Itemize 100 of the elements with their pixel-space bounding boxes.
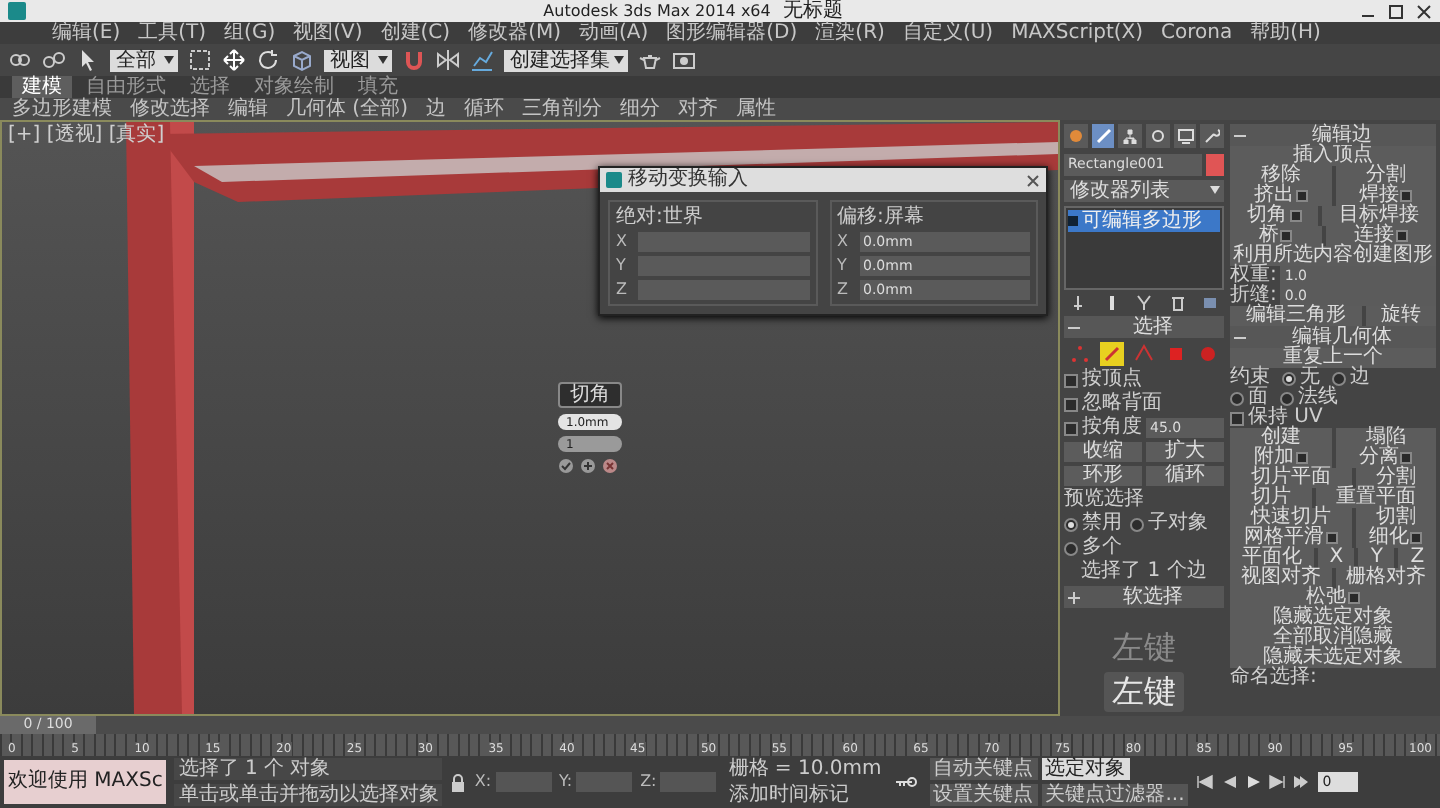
panel-button[interactable]: 循环 (1146, 466, 1224, 487)
ribbon-tab[interactable]: 选择 (180, 76, 240, 98)
coordinate-field[interactable] (495, 772, 552, 792)
panel-button[interactable]: 分离 (1335, 448, 1436, 468)
panel-tab[interactable] (1146, 124, 1170, 149)
ribbon-panel-tab[interactable]: 属性 (735, 98, 776, 120)
menu-item[interactable]: 动画(A) (579, 22, 649, 44)
panel-button[interactable]: 松弛 (1230, 588, 1436, 608)
magnet-icon[interactable] (402, 48, 426, 72)
radio-button[interactable] (1332, 371, 1346, 385)
camera-icon[interactable] (672, 48, 696, 72)
step-forward-icon[interactable] (1268, 774, 1287, 790)
plus-circle-icon[interactable] (580, 458, 596, 474)
panel-button[interactable]: 移除 (1230, 166, 1331, 186)
modifier-list-dropdown[interactable]: 修改器列表 (1064, 179, 1224, 202)
radio-option[interactable]: 边 (1332, 368, 1370, 388)
panel-button[interactable]: 塌陷 (1335, 428, 1436, 448)
ribbon-panel-tab[interactable]: 循环 (463, 98, 504, 120)
panel-button[interactable]: 细化 (1355, 528, 1436, 548)
panel-button[interactable]: Z (1398, 548, 1437, 568)
menu-item[interactable]: 帮助(H) (1250, 22, 1321, 44)
rollout-header[interactable]: 编辑边 (1230, 124, 1436, 146)
auto-key-button[interactable]: 自动关键点 (929, 758, 1038, 780)
pin-icon[interactable] (1070, 294, 1086, 313)
rollout-header[interactable]: 选择 (1064, 316, 1224, 339)
panel-button[interactable]: 焊接 (1335, 186, 1436, 206)
menu-item[interactable]: 组(G) (224, 22, 276, 44)
cancel-icon[interactable] (602, 458, 618, 474)
checkbox[interactable] (1064, 421, 1078, 436)
panel-button[interactable]: 切片平面 (1230, 468, 1351, 488)
cursor-icon[interactable] (76, 48, 100, 72)
ribbon-panel-tab[interactable]: 三角剖分 (521, 98, 602, 120)
panel-button[interactable]: 收缩 (1064, 442, 1142, 463)
menu-item[interactable]: 自定义(U) (902, 22, 994, 44)
menu-item[interactable]: 编辑(E) (52, 22, 121, 44)
sub-object-button[interactable] (1100, 342, 1124, 367)
radio-option[interactable]: 法线 (1280, 388, 1338, 408)
panel-button[interactable]: 全部取消隐藏 (1230, 628, 1436, 648)
coordinate-field[interactable] (576, 772, 633, 792)
ok-icon[interactable] (558, 458, 574, 474)
selection-filter-dropdown[interactable]: 全部 (110, 49, 178, 71)
panel-button[interactable]: 利用所选内容创建图形 (1230, 246, 1436, 266)
panel-button[interactable]: 桥 (1230, 226, 1321, 246)
checkbox-option[interactable]: 保持 UV (1230, 408, 1436, 428)
coordinate-dropdown[interactable]: 视图 (324, 49, 392, 71)
panel-button[interactable]: 视图对齐 (1230, 568, 1331, 588)
fork-icon[interactable] (1136, 294, 1152, 313)
checkbox-option[interactable]: 按角度 (1064, 418, 1142, 439)
panel-button[interactable]: 附加 (1230, 448, 1331, 468)
radio-option[interactable]: 多个 (1064, 538, 1122, 559)
coordinate-field[interactable] (660, 772, 717, 792)
menu-item[interactable]: 视图(V) (293, 22, 363, 44)
ribbon-tab[interactable]: 自由形式 (76, 76, 176, 98)
menu-item[interactable]: 图形编辑器(D) (666, 22, 798, 44)
stack-item[interactable]: 可编辑多边形 (1068, 209, 1220, 232)
ribbon-panel-tab[interactable]: 多边形建模 (12, 98, 112, 120)
ribbon-tab[interactable]: 建模 (12, 76, 72, 98)
radio-option[interactable]: 禁用 (1064, 514, 1122, 535)
rollout-header[interactable]: 软选择 (1064, 586, 1224, 609)
named-selection-dropdown[interactable]: 创建选择集 (504, 49, 628, 71)
panel-button[interactable]: 切割 (1355, 508, 1436, 528)
radio-button[interactable] (1280, 391, 1294, 405)
minus-icon[interactable] (1234, 129, 1246, 141)
menu-item[interactable]: 修改器(M) (468, 22, 561, 44)
radio-button[interactable] (1130, 517, 1144, 532)
maximize-icon[interactable] (1388, 3, 1405, 19)
radio-button[interactable] (1064, 541, 1078, 556)
panel-button[interactable]: 隐藏选定对象 (1230, 608, 1436, 628)
panel-button[interactable]: 创建 (1230, 428, 1331, 448)
panel-tab[interactable] (1173, 124, 1197, 149)
panel-button[interactable]: 切角 (1230, 206, 1318, 226)
minus-icon[interactable] (1068, 321, 1080, 334)
object-color-swatch[interactable] (1206, 153, 1224, 176)
key-filters-button[interactable]: 关键点过滤器... (1041, 784, 1189, 806)
skip-back-icon[interactable] (1196, 774, 1215, 790)
mirror-icon[interactable] (436, 48, 460, 72)
panel-button[interactable]: 插入顶点 (1230, 146, 1436, 166)
ribbon-tab[interactable]: 对象绘制 (244, 76, 344, 98)
rotate-icon[interactable] (256, 48, 280, 72)
link-icon[interactable] (8, 48, 32, 72)
panel-button[interactable]: 分割 (1355, 468, 1436, 488)
menu-item[interactable]: MAXScript(X) (1011, 22, 1144, 44)
ribbon-panel-tab[interactable]: 修改选择 (130, 98, 210, 120)
checkbox[interactable] (1230, 411, 1244, 425)
panel-button[interactable]: 栅格对齐 (1335, 568, 1436, 588)
graph-icon[interactable] (470, 48, 494, 72)
panel-button[interactable]: 分割 (1335, 166, 1436, 186)
key-icon[interactable] (893, 774, 922, 790)
ribbon-panel-tab[interactable]: 边 (425, 98, 446, 120)
rollout-header[interactable]: 编辑几何体 (1230, 326, 1436, 348)
panel-button[interactable]: 平面化 (1230, 548, 1314, 568)
menu-item[interactable]: Corona (1161, 22, 1233, 44)
ribbon-panel-tab[interactable]: 编辑 (228, 98, 268, 120)
panel-button[interactable]: 扩大 (1146, 442, 1224, 463)
add-time-tag-link[interactable]: 添加时间标记 (724, 784, 886, 806)
radio-option[interactable]: 面 (1230, 388, 1268, 408)
panel-button[interactable]: 目标焊接 (1322, 206, 1436, 226)
close-icon[interactable] (1416, 3, 1433, 19)
move-icon[interactable] (222, 48, 246, 72)
lock-icon[interactable] (450, 773, 467, 791)
